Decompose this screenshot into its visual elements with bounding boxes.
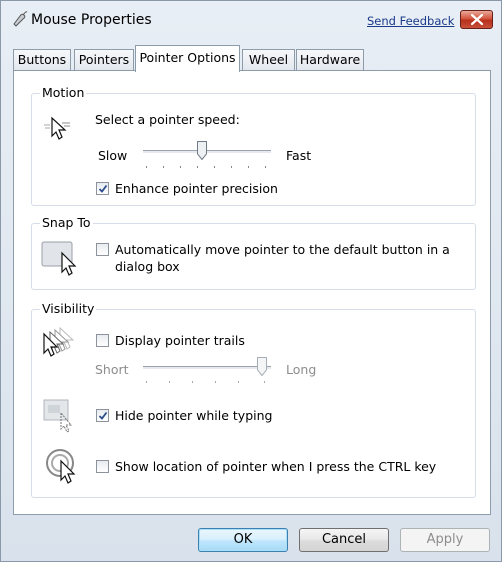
motion-group-title: Motion	[40, 85, 87, 100]
apply-button[interactable]: Apply	[400, 528, 490, 552]
tab-pointer-options[interactable]: Pointer Options	[135, 45, 240, 72]
snap-to-label-line1: Automatically move pointer to the defaul…	[115, 242, 450, 257]
pointer-trails-checkbox[interactable]	[96, 334, 109, 347]
cancel-button[interactable]: Cancel	[299, 528, 389, 552]
snap-to-group-title: Snap To	[40, 215, 93, 230]
fast-label: Fast	[286, 148, 312, 163]
snap-to-icon	[41, 241, 77, 276]
motion-group: Motion Select a pointer speed: Slow Fast	[31, 85, 476, 206]
close-button[interactable]	[460, 10, 493, 29]
mouse-icon	[13, 11, 28, 27]
slow-label: Slow	[98, 148, 128, 163]
pointer-speed-track[interactable]	[143, 150, 271, 154]
show-location-checkbox[interactable]	[96, 460, 109, 473]
close-icon	[471, 14, 483, 25]
hide-pointer-checkbox[interactable]	[96, 409, 109, 422]
mouse-properties-dialog: Mouse Properties Send Feedback Buttons P…	[0, 0, 502, 562]
checkmark-icon	[98, 184, 108, 193]
pointer-options-panel: Motion Select a pointer speed: Slow Fast	[13, 70, 491, 515]
hide-pointer-label: Hide pointer while typing	[115, 408, 273, 423]
title-bar[interactable]: Mouse Properties Send Feedback	[1, 1, 501, 39]
snap-to-label-line2: dialog box	[115, 259, 180, 274]
enhance-precision-checkbox[interactable]	[96, 182, 109, 195]
tab-hardware[interactable]: Hardware	[296, 49, 364, 70]
tab-buttons[interactable]: Buttons	[13, 49, 71, 70]
pointer-trails-icon	[43, 326, 75, 357]
short-label: Short	[95, 362, 129, 377]
pointer-trails-label: Display pointer trails	[115, 333, 245, 348]
visibility-group: Visibility Display pointer trails Short …	[31, 301, 476, 498]
show-location-label: Show location of pointer when I press th…	[115, 459, 437, 474]
send-feedback-link[interactable]: Send Feedback	[367, 14, 454, 28]
ok-button[interactable]: OK	[198, 528, 288, 552]
visibility-group-title: Visibility	[40, 301, 97, 316]
pointer-speed-ticks	[146, 166, 266, 168]
pointer-speed-slider-thumb[interactable]	[197, 141, 207, 160]
show-location-icon	[46, 449, 76, 484]
pointer-speed-icon	[44, 116, 70, 140]
tab-pointers[interactable]: Pointers	[74, 49, 134, 70]
trails-length-slider-thumb[interactable]	[257, 357, 267, 376]
window-title: Mouse Properties	[31, 12, 152, 28]
checkmark-icon	[98, 411, 108, 420]
long-label: Long	[286, 362, 317, 377]
enhance-precision-label: Enhance pointer precision	[115, 181, 278, 196]
snap-to-group: Snap To Automatically move pointer to th…	[31, 215, 476, 290]
pointer-speed-prompt: Select a pointer speed:	[95, 112, 240, 127]
tab-wheel[interactable]: Wheel	[242, 49, 295, 70]
trails-length-ticks	[146, 381, 265, 383]
snap-to-checkbox[interactable]	[96, 243, 109, 256]
trails-length-track[interactable]	[143, 366, 271, 370]
hide-pointer-icon	[43, 399, 73, 433]
